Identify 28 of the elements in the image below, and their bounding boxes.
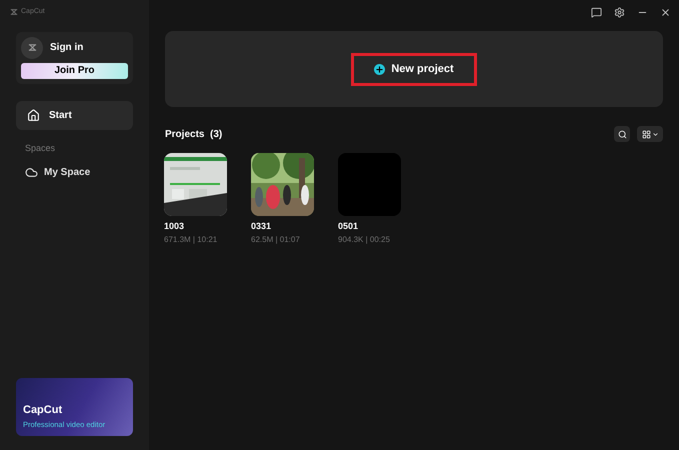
search-button[interactable] [614, 126, 630, 142]
project-name: 0331 [251, 220, 272, 233]
grid-view-icon [642, 130, 650, 138]
promo-title: CapCut [23, 403, 64, 418]
join-pro-button[interactable]: Join Pro [21, 62, 128, 78]
feedback-icon[interactable] [591, 6, 602, 18]
project-name: 1003 [164, 220, 186, 233]
logo-icon [10, 8, 18, 16]
projects-heading: Projects (3) [165, 128, 222, 142]
sign-in-link[interactable]: Sign in [50, 40, 84, 55]
project-name: 0501 [338, 220, 360, 233]
nav-item[interactable]: Start [16, 100, 133, 130]
project-meta: 62.5M | 01:07 [251, 234, 301, 246]
chevron-down-icon [652, 130, 658, 138]
project-meta: 904.3K | 00:25 [338, 234, 391, 246]
logo-icon [28, 43, 36, 52]
new-project-button[interactable]: New project [351, 52, 477, 86]
nav-item[interactable]: My Space [16, 161, 133, 183]
view-toggle-button[interactable] [637, 126, 663, 142]
close-icon[interactable] [660, 6, 671, 18]
cloud-icon [25, 166, 38, 178]
search-icon [618, 130, 626, 138]
plus-icon [374, 64, 386, 74]
section-heading: Spaces [25, 142, 56, 155]
spreadsheet-thumbnail-icon [164, 153, 227, 216]
project-meta: 671.3M | 10:21 [164, 234, 218, 246]
settings-icon[interactable] [614, 6, 625, 18]
home-icon [27, 108, 40, 122]
